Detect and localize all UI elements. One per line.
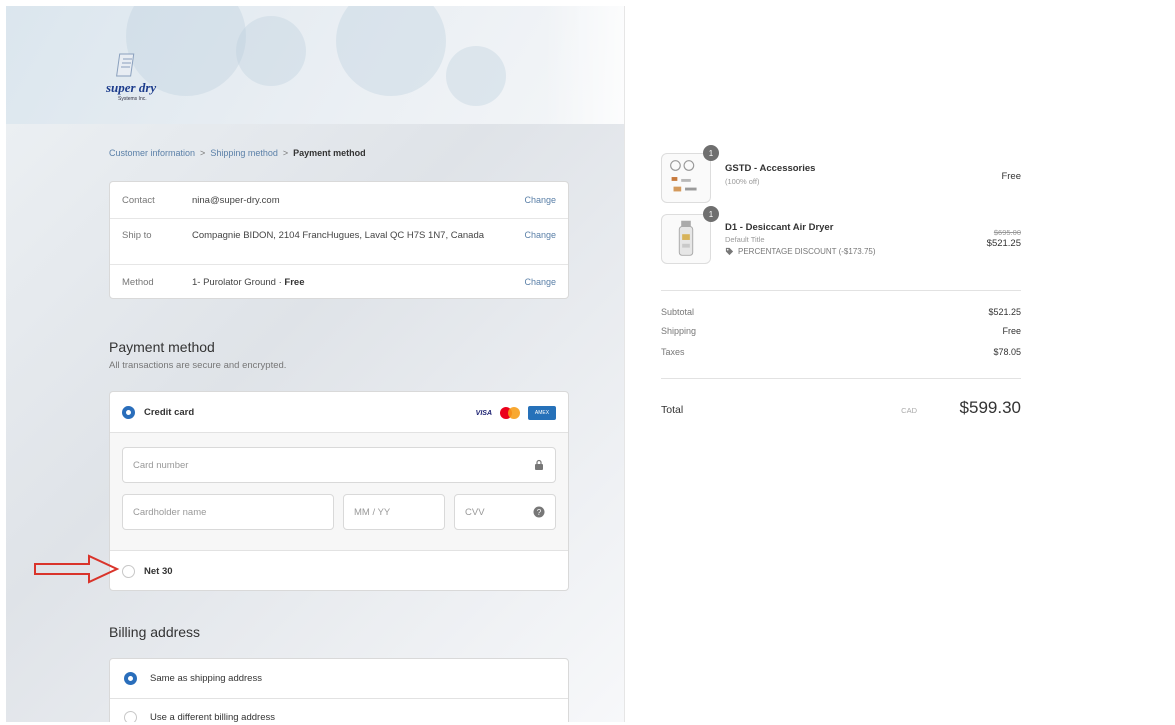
breadcrumb-shipping-method[interactable]: Shipping method xyxy=(210,148,278,158)
subtotal-value: $521.25 xyxy=(988,307,1021,317)
accessories-product-image xyxy=(670,160,697,192)
review-method-row: Method 1- Purolator Ground · Free Change xyxy=(110,264,568,299)
item-variant: (100% off) xyxy=(725,177,760,186)
card-details-area: ? xyxy=(110,433,568,551)
header-banner xyxy=(6,6,624,124)
same-as-shipping-radio[interactable] xyxy=(124,672,137,685)
product-thumbnail xyxy=(661,214,711,264)
change-method-link[interactable]: Change xyxy=(524,277,556,287)
item-name: GSTD - Accessories xyxy=(725,163,816,174)
payment-method-heading: Payment method xyxy=(109,339,215,355)
summary-divider xyxy=(661,290,1021,291)
item-name: D1 - Desiccant Air Dryer xyxy=(725,222,834,233)
credit-card-option[interactable]: Credit card VISA AMEX xyxy=(110,392,568,433)
checkout-main-pane: super dry Systems Inc. Customer informat… xyxy=(6,6,624,722)
logo-subtitle: Systems Inc. xyxy=(118,96,147,102)
cardholder-name-input[interactable] xyxy=(123,495,333,529)
different-billing-option[interactable]: Use a different billing address xyxy=(110,698,568,722)
review-method-name: 1- Purolator Ground · xyxy=(192,277,285,288)
logo-mark-icon xyxy=(116,53,135,77)
review-contact-row: Contact nina@super-dry.com Change xyxy=(110,182,568,218)
review-ship-to-label: Ship to xyxy=(122,230,152,241)
cvv-field[interactable]: ? xyxy=(454,494,556,530)
different-billing-label[interactable]: Use a different billing address xyxy=(150,712,275,722)
subtotal-label: Subtotal xyxy=(661,307,695,317)
checkout-window: super dry Systems Inc. Customer informat… xyxy=(6,6,1169,722)
expiry-input[interactable] xyxy=(344,495,444,529)
taxes-row: Taxes $78.05 xyxy=(661,347,1021,357)
billing-address-box: Same as shipping address Use a different… xyxy=(109,658,569,722)
payment-options-box: Credit card VISA AMEX Card number Cardho… xyxy=(109,391,569,591)
decorative-bubble xyxy=(236,16,306,86)
order-line-item: 1 D1 - Desiccant Air Dryer Default Title… xyxy=(661,206,1021,268)
air-dryer-product-image xyxy=(678,220,694,256)
order-review-box: Contact nina@super-dry.com Change Ship t… xyxy=(109,181,569,299)
taxes-value: $78.05 xyxy=(993,347,1021,357)
amex-icon: AMEX xyxy=(528,406,556,420)
shipping-value: Free xyxy=(1002,326,1021,336)
total-label: Total xyxy=(661,404,684,416)
credit-card-radio[interactable] xyxy=(122,406,135,419)
item-price: $521.25 xyxy=(986,238,1021,249)
shipping-label: Shipping xyxy=(661,326,697,336)
item-price: Free xyxy=(1001,171,1021,182)
total-row: Total CAD $599.30 xyxy=(661,398,1021,424)
svg-text:?: ? xyxy=(537,508,542,517)
breadcrumb-separator: > xyxy=(200,148,206,158)
breadcrumb-payment-method: Payment method xyxy=(293,148,366,158)
net30-radio[interactable] xyxy=(122,565,135,578)
same-as-shipping-option[interactable]: Same as shipping address xyxy=(110,659,568,697)
order-line-item: 1 GSTD - Accessories (100% off) Free xyxy=(661,145,1021,207)
taxes-label: Taxes xyxy=(661,347,685,357)
review-ship-to-value: Compagnie BIDON, 2104 FrancHugues, Laval… xyxy=(192,230,485,241)
net30-label[interactable]: Net 30 xyxy=(144,566,173,577)
expiry-field[interactable] xyxy=(343,494,445,530)
quantity-badge: 1 xyxy=(703,206,719,222)
summary-divider xyxy=(661,378,1021,379)
same-as-shipping-label[interactable]: Same as shipping address xyxy=(150,673,262,684)
total-value: $599.30 xyxy=(959,398,1021,417)
review-method-label: Method xyxy=(122,277,154,288)
logo-wordmark: super dry xyxy=(106,80,157,95)
breadcrumb-separator: > xyxy=(282,148,289,158)
net30-option[interactable]: Net 30 xyxy=(110,551,568,590)
review-contact-value: nina@super-dry.com xyxy=(192,195,280,206)
item-price-block: $695.00 $521.25 xyxy=(987,227,1021,249)
total-currency: CAD xyxy=(901,406,917,415)
help-icon[interactable]: ? xyxy=(533,506,545,518)
card-brand-logos: VISA AMEX xyxy=(476,406,556,420)
quantity-badge: 1 xyxy=(703,145,719,161)
different-billing-radio[interactable] xyxy=(124,711,137,722)
decorative-bubble xyxy=(446,46,506,106)
cardholder-name-field[interactable] xyxy=(122,494,334,530)
product-thumbnail xyxy=(661,153,711,203)
credit-card-label[interactable]: Credit card xyxy=(144,407,194,418)
order-summary-pane: 1 GSTD - Accessories (100% off) Free 1 D… xyxy=(624,6,1169,722)
billing-address-heading: Billing address xyxy=(109,624,201,640)
breadcrumb-customer-information[interactable]: Customer information xyxy=(109,148,195,158)
change-contact-link[interactable]: Change xyxy=(524,195,556,205)
lock-icon xyxy=(535,459,543,470)
card-number-field[interactable] xyxy=(122,447,556,483)
payment-security-note: All transactions are secure and encrypte… xyxy=(109,360,287,371)
visa-icon: VISA xyxy=(475,409,492,417)
review-method-cost: Free xyxy=(284,277,305,288)
discount-text: PERCENTAGE DISCOUNT (-$173.75) xyxy=(738,247,876,256)
breadcrumb: Customer information > Shipping method > Pay… xyxy=(109,148,366,158)
mastercard-icon xyxy=(500,407,520,419)
review-method-value: 1- Purolator Ground · Free xyxy=(192,277,492,289)
shipping-row: Shipping Free xyxy=(661,326,1021,336)
original-price: $695.00 xyxy=(993,228,1021,237)
review-contact-label: Contact xyxy=(122,195,155,206)
item-variant: Default Title xyxy=(725,235,765,244)
decorative-bubble xyxy=(336,6,446,96)
discount-tag-icon xyxy=(725,247,734,256)
subtotal-row: Subtotal $521.25 xyxy=(661,307,1021,317)
superdry-logo[interactable]: super dry Systems Inc. xyxy=(104,52,174,110)
review-ship-to-row: Ship to Compagnie BIDON, 2104 FrancHugue… xyxy=(110,218,568,264)
annotation-arrow-icon xyxy=(34,554,120,584)
card-number-input[interactable] xyxy=(123,448,555,482)
item-discount: PERCENTAGE DISCOUNT (-$173.75) xyxy=(725,247,876,256)
change-ship-to-link[interactable]: Change xyxy=(524,230,556,240)
